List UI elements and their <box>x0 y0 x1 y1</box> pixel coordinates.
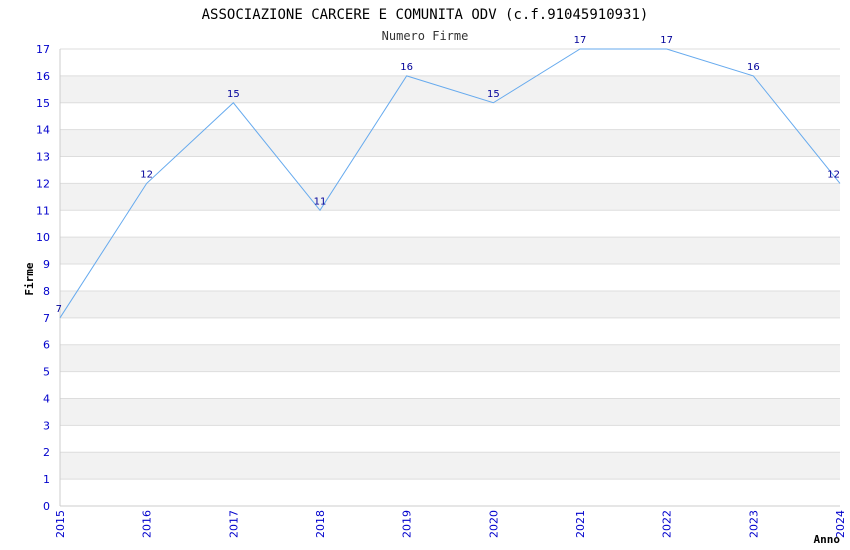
plot-bands <box>60 75 840 480</box>
gridlines <box>60 48 840 507</box>
x-tick-label: 2015 <box>54 510 67 538</box>
x-tick-label: 2021 <box>574 510 587 538</box>
y-tick-label: 17 <box>36 43 50 56</box>
y-tick-label: 9 <box>43 258 50 271</box>
y-tick-label: 8 <box>43 285 50 298</box>
y-tick-label: 7 <box>43 312 50 325</box>
chart-subtitle: Numero Firme <box>382 29 469 43</box>
data-label: 11 <box>314 196 327 207</box>
y-tick-label: 16 <box>36 70 50 83</box>
y-tick-label: 14 <box>36 124 50 137</box>
x-tick-label: 2020 <box>487 510 500 538</box>
y-tick-label: 11 <box>36 204 50 217</box>
x-tick-labels: 2015 2016 2017 2018 2019 2020 2021 2022 2023 2024 <box>54 510 847 538</box>
band <box>60 398 840 426</box>
y-axis-label: Firme <box>23 262 36 295</box>
data-label: 12 <box>140 169 153 180</box>
band <box>60 237 840 265</box>
band <box>60 452 840 480</box>
x-tick-label: 2017 <box>227 510 240 538</box>
band <box>60 129 840 157</box>
data-label: 15 <box>487 89 500 100</box>
y-tick-labels: 01234567891011121314151617 <box>36 43 50 513</box>
y-tick-label: 13 <box>36 151 50 164</box>
band <box>60 183 840 211</box>
x-axis-label: Anno <box>814 533 841 546</box>
x-tick-label: 2022 <box>661 510 674 538</box>
y-tick-label: 15 <box>36 97 50 110</box>
data-label: 16 <box>747 62 760 73</box>
x-tick-label: 2023 <box>747 510 760 538</box>
x-tick-label: 2019 <box>401 510 414 538</box>
band <box>60 290 840 318</box>
y-tick-label: 10 <box>36 231 50 244</box>
data-label: 7 <box>56 304 62 315</box>
y-tick-label: 4 <box>43 392 50 405</box>
data-label: 17 <box>660 35 673 46</box>
y-tick-label: 0 <box>43 500 50 513</box>
y-tick-label: 12 <box>36 177 50 190</box>
y-tick-label: 1 <box>43 473 50 486</box>
data-label: 12 <box>827 169 840 180</box>
x-tick-label: 2016 <box>141 510 154 538</box>
chart-title: ASSOCIAZIONE CARCERE E COMUNITA ODV (c.f… <box>202 7 649 23</box>
y-tick-label: 2 <box>43 446 50 459</box>
y-tick-label: 3 <box>43 419 50 432</box>
data-label: 16 <box>400 62 413 73</box>
band <box>60 344 840 372</box>
y-tick-label: 6 <box>43 339 50 352</box>
y-tick-label: 5 <box>43 366 50 379</box>
x-tick-label: 2018 <box>314 510 327 538</box>
line-chart: 01234567891011121314151617 2015 2016 2017 2… <box>23 7 847 546</box>
data-label: 15 <box>227 89 240 100</box>
data-label: 17 <box>574 35 587 46</box>
